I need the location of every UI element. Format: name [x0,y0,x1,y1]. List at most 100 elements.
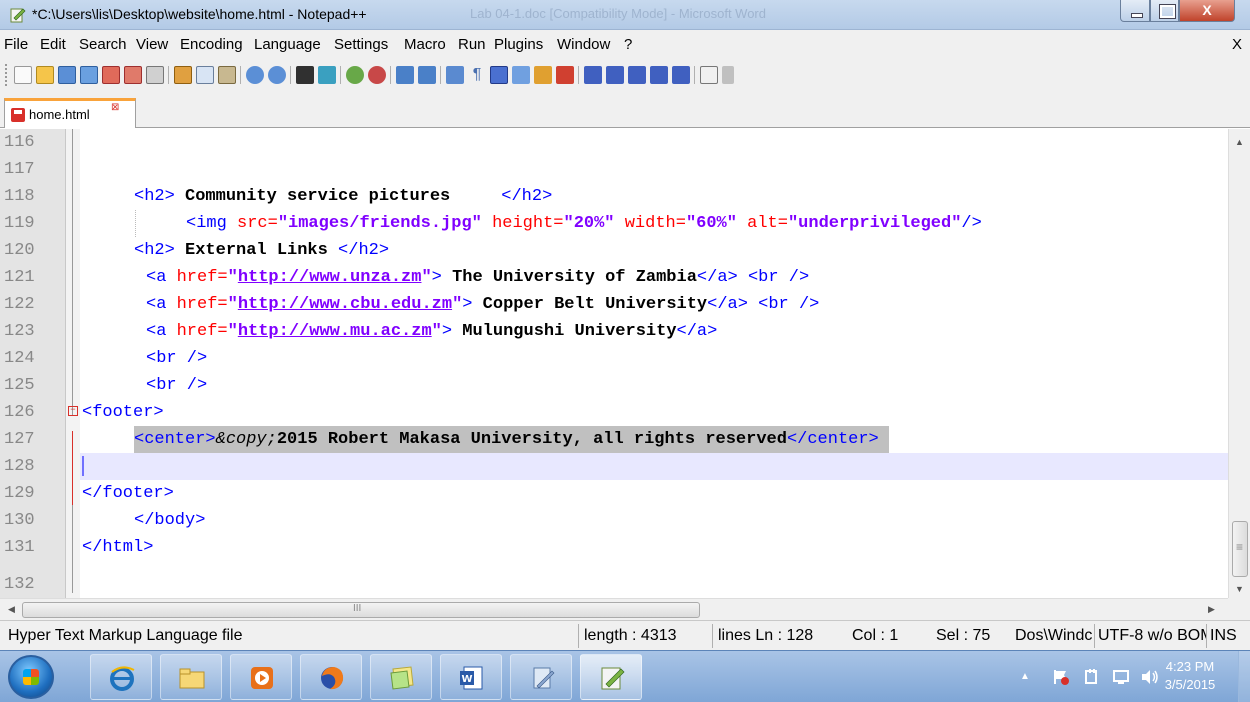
print-icon[interactable] [146,66,164,84]
zoom-out-icon[interactable] [368,66,386,84]
line-number: 120 [4,241,35,260]
toolbar-separator [290,66,291,84]
code-line-123: 123 <a href="http://www.mu.ac.zm"> Mulun… [0,318,1228,345]
cut-icon[interactable] [174,66,192,84]
undo-icon[interactable] [246,66,264,84]
taskbar-word[interactable]: W [440,654,502,700]
taskbar-firefox[interactable] [300,654,362,700]
menu-plugins[interactable]: Plugins [494,36,543,53]
line-number: 116 [4,133,35,152]
horizontal-scroll-thumb[interactable] [22,602,700,618]
save-icon[interactable] [58,66,76,84]
menu-language[interactable]: Language [254,36,321,53]
scroll-right-icon[interactable]: ▶ [1208,604,1215,615]
indent-guide [135,210,136,237]
close-window-button[interactable]: X [1179,0,1235,22]
spell-check-icon[interactable] [700,66,718,84]
folder-icon [179,668,205,689]
close-all-icon[interactable] [124,66,142,84]
stop-recording-icon[interactable] [606,66,624,84]
link-mu[interactable]: http://www.mu.ac.zm [238,322,432,341]
menu-search[interactable]: Search [79,36,127,53]
menu-run[interactable]: Run [458,36,486,53]
power-plug-icon[interactable] [1082,668,1100,686]
new-file-icon[interactable] [14,66,32,84]
user-language-icon[interactable] [512,66,530,84]
run-macro-multiple-icon[interactable] [650,66,668,84]
menu-encoding[interactable]: Encoding [180,36,243,53]
scroll-down-icon[interactable]: ▼ [1235,584,1244,594]
code-line-126: 126 − <footer> [0,399,1228,426]
menu-help[interactable]: ? [624,36,632,53]
open-file-icon[interactable] [36,66,54,84]
svg-text:W: W [462,674,473,685]
sync-horizontal-icon[interactable] [418,66,436,84]
code-line-120: 120 <h2> External Links </h2> [0,237,1228,264]
toolbar-grip[interactable] [5,64,9,86]
code-text: </footer> [82,484,174,503]
show-desktop-button[interactable] [1238,651,1250,702]
redo-icon[interactable] [268,66,286,84]
fold-toggle-icon[interactable]: − [68,406,78,416]
word-wrap-icon[interactable] [446,66,464,84]
line-number: 128 [4,457,35,476]
record-macro-icon[interactable] [584,66,602,84]
taskbar-notepad[interactable] [510,654,572,700]
tab-home-html[interactable]: home.html ⊠ [4,98,136,128]
menu-window[interactable]: Window [557,36,610,53]
taskbar-media-player[interactable] [230,654,292,700]
status-divider [1094,624,1095,648]
function-list-icon[interactable] [556,66,574,84]
paste-icon[interactable] [218,66,236,84]
tab-close-icon[interactable]: ⊠ [111,102,119,113]
network-icon[interactable] [1112,668,1130,686]
line-number: 131 [4,538,35,557]
background-window-title: Lab 04-1.doc [Compatibility Mode] - Micr… [470,6,766,21]
line-number: 129 [4,484,35,503]
sync-vertical-icon[interactable] [396,66,414,84]
code-line-128: 128 [0,453,1228,480]
code-line-124: 124 <br /> [0,345,1228,372]
clock[interactable]: 4:23 PM 3/5/2015 [1148,658,1232,694]
taskbar-file-explorer[interactable] [160,654,222,700]
taskbar-notepad-plus-plus[interactable] [580,654,642,700]
code-text: <img src="images/friends.jpg" height="20… [186,214,982,233]
spell-check-options-icon[interactable] [722,66,734,84]
code-text: <br /> [146,349,208,368]
find-icon[interactable] [296,66,314,84]
minimize-button[interactable] [1120,0,1150,22]
save-macro-icon[interactable] [672,66,690,84]
maximize-button[interactable] [1150,0,1179,22]
menu-view[interactable]: View [136,36,168,53]
close-document-button[interactable]: X [1232,36,1242,53]
copy-icon[interactable] [196,66,214,84]
link-unza[interactable]: http://www.unza.zm [238,268,422,287]
link-cbu[interactable]: http://www.cbu.edu.zm [238,295,452,314]
start-button[interactable] [8,655,54,699]
menu-file[interactable]: File [4,36,28,53]
zoom-in-icon[interactable] [346,66,364,84]
taskbar-sticky-notes[interactable] [370,654,432,700]
menu-edit[interactable]: Edit [40,36,66,53]
close-file-icon[interactable] [102,66,120,84]
indent-guide-icon[interactable] [490,66,508,84]
windows-taskbar: W ▲ 4:23 PM 3/5/2015 [0,650,1250,702]
save-all-icon[interactable] [80,66,98,84]
play-macro-icon[interactable] [628,66,646,84]
horizontal-scrollbar[interactable]: ◀ ▶ [0,598,1228,620]
replace-icon[interactable] [318,66,336,84]
taskbar-internet-explorer[interactable] [90,654,152,700]
line-number: 126 [4,403,35,422]
scroll-up-icon[interactable]: ▲ [1235,137,1244,147]
code-editor[interactable]: 116 117 118 <h2> Community service pictu… [0,129,1250,598]
vertical-scrollbar[interactable]: ▲ ▼ [1228,129,1250,598]
status-col: Col : 1 [852,627,899,644]
vertical-scroll-thumb[interactable] [1232,521,1248,577]
action-center-flag-icon[interactable] [1052,668,1070,686]
show-all-characters-icon[interactable]: ¶ [468,66,486,84]
menu-settings[interactable]: Settings [334,36,388,53]
show-hidden-icons-icon[interactable]: ▲ [1020,671,1030,682]
scroll-left-icon[interactable]: ◀ [8,604,15,615]
document-map-icon[interactable] [534,66,552,84]
menu-macro[interactable]: Macro [404,36,446,53]
